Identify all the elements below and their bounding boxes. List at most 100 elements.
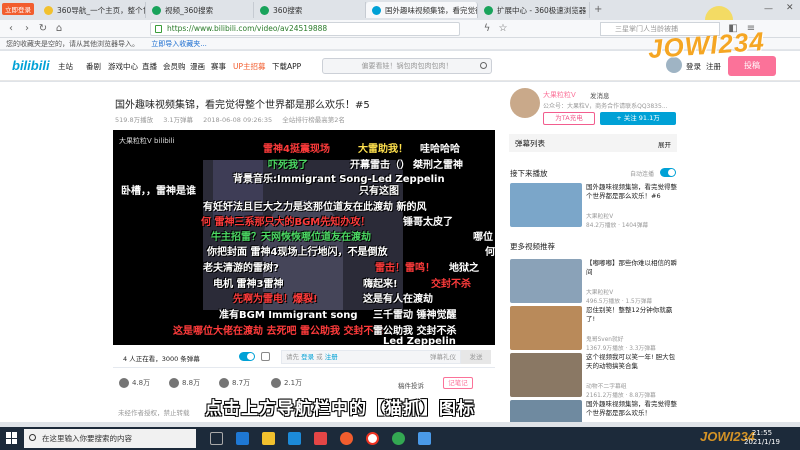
danmaku-list-header[interactable]: 弹幕列表 展开 <box>509 134 677 152</box>
send-message-link[interactable]: 发消息 <box>590 90 610 100</box>
home-icon[interactable]: ⌂ <box>52 22 66 36</box>
danmaku-comment: 何 <box>485 247 495 258</box>
send-button[interactable]: 发送 <box>461 350 491 364</box>
nav-member-shop[interactable]: 会员购 <box>163 61 186 72</box>
video-thumbnail[interactable] <box>510 183 582 227</box>
search-icon[interactable] <box>480 62 487 69</box>
like-button[interactable]: 4.8万 <box>119 378 150 388</box>
video-card-title[interactable]: 这个视频我可以笑一年! 胆大包天的动物搞笑合集 <box>586 353 678 371</box>
tab-extension-center[interactable]: 扩展中心 - 360极速浏览器 <box>478 2 590 18</box>
tab-360-search[interactable]: 360搜索 <box>254 2 366 18</box>
video-card-up[interactable]: 鬼哥Sven就好 <box>586 334 624 343</box>
video-card-up[interactable]: 大果粒粒V <box>586 211 613 220</box>
recommend-card[interactable]: 国外趣味视频集锦，看完觉得整个世界都是那么欢乐！ <box>510 400 678 422</box>
new-tab-icon[interactable]: + <box>594 4 602 15</box>
nav-manga[interactable]: 漫画 <box>190 61 205 72</box>
video-card-up[interactable]: 动物不二字幕组 <box>586 381 627 390</box>
nav-game-center[interactable]: 游戏中心 <box>108 61 138 72</box>
video-thumbnail[interactable] <box>510 259 582 303</box>
task-view-icon[interactable] <box>210 432 223 445</box>
tab-label: 视频_360搜索 <box>165 5 214 15</box>
recommend-card[interactable]: 【嘟嘟嘟】那些你难以相信的瞬间 大果粒粒V 496.5万播放 · 1.5万弹幕 <box>510 259 678 305</box>
nav-live[interactable]: 直播 <box>142 61 157 72</box>
refresh-icon[interactable]: ↻ <box>36 22 50 36</box>
video-card-title[interactable]: 忍住别笑！整整12分钟你就赢了! <box>586 306 678 324</box>
note-button[interactable]: 记笔记 <box>443 377 473 389</box>
register-link[interactable]: 注册 <box>706 61 721 72</box>
autoplay-label: 自动连播 <box>630 171 655 178</box>
record-stop-icon[interactable] <box>366 432 379 445</box>
video-player[interactable]: 大果粒粒V bilibili 雷神4挺震现场 大雷助我！ 哇哈哈哈 吓死我了 开幕雷击（… <box>113 130 495 345</box>
nav-bangumi[interactable]: 番剧 <box>86 61 101 72</box>
minimize-icon[interactable]: — <box>764 4 773 14</box>
store-icon[interactable] <box>288 432 301 445</box>
login-link[interactable]: 登录 <box>686 61 701 72</box>
coin-icon <box>169 378 179 388</box>
danmaku-login-link[interactable]: 登录 <box>301 353 314 361</box>
danmaku-input-prefix: 请先 <box>286 353 299 361</box>
uploader-avatar[interactable] <box>510 88 540 118</box>
coin-button[interactable]: 8.8万 <box>169 378 200 388</box>
login-badge[interactable]: 立即登录 <box>2 3 34 15</box>
star-icon[interactable]: ☆ <box>496 22 510 36</box>
danmaku-comment: 这是有人在渡劫 <box>363 294 433 305</box>
favorite-button[interactable]: 8.7万 <box>219 378 250 388</box>
tab-favicon-icon <box>372 5 381 15</box>
share-button[interactable]: 2.1万 <box>271 378 302 388</box>
rank-info[interactable]: 全站排行榜最高第2名 <box>282 116 345 124</box>
recorder-icon[interactable] <box>314 432 327 445</box>
folder-icon[interactable] <box>262 432 275 445</box>
danmaku-comment: 只有这图 <box>359 186 399 197</box>
next-video-card[interactable]: 国外趣味视频集锦，看完觉得整个世界都是那么欢乐！#6 大果粒粒V 84.2万播放… <box>510 183 678 229</box>
thumbs-up-icon <box>119 378 129 388</box>
uploader-name[interactable]: 大果粒粒V <box>543 90 576 100</box>
charge-button[interactable]: 为TA充电 <box>543 112 595 125</box>
video-thumbnail[interactable] <box>510 306 582 350</box>
screen-record-icon[interactable] <box>340 432 353 445</box>
danmaku-comment: 开幕雷击（） <box>350 160 410 171</box>
danmaku-etiquette-link[interactable]: 弹幕礼仪 <box>430 351 456 363</box>
bilibili-search-input[interactable]: 偏要看娃！锅包肉包肉包肉！ <box>322 58 492 74</box>
recommend-card[interactable]: 忍住别笑！整整12分钟你就赢了! 鬼哥Sven就好 1367.9万播放 · 3.… <box>510 306 678 352</box>
app-icon[interactable] <box>418 432 431 445</box>
nav-download-app[interactable]: 下载APP <box>272 61 301 72</box>
video-thumbnail[interactable] <box>510 353 582 397</box>
lightning-icon[interactable]: ϟ <box>480 22 494 36</box>
forward-icon[interactable]: › <box>20 22 34 36</box>
back-icon[interactable]: ‹ <box>4 22 18 36</box>
import-bookmarks-link[interactable]: 立即导入收藏夹... <box>151 40 207 48</box>
search-placeholder: 偏要看娃！锅包肉包肉包肉！ <box>361 62 453 70</box>
report-link[interactable]: 稿件投诉 <box>398 380 424 390</box>
browser-360-icon[interactable] <box>392 432 405 445</box>
player-watermark: 大果粒粒V bilibili <box>119 137 175 145</box>
edge-icon[interactable] <box>236 432 249 445</box>
nav-main-site[interactable]: 主站 <box>58 61 73 72</box>
tab-bilibili-video[interactable]: 国外趣味视频集锦，看完觉得整个世 ✕ <box>366 2 478 18</box>
video-card-title[interactable]: 国外趣味视频集锦，看完觉得整个世界都是那么欢乐！ <box>586 400 678 418</box>
close-window-icon[interactable]: ✕ <box>786 3 794 13</box>
tab-360-nav[interactable]: 360导航_一个主页，整个世界 <box>38 2 146 18</box>
url-field[interactable]: https://www.bilibili.com/video/av2451988… <box>150 22 460 36</box>
nav-up-recruit[interactable]: UP主招募 <box>233 61 266 72</box>
tab-video-search[interactable]: 视频_360搜索 <box>146 2 254 18</box>
video-card-title[interactable]: 国外趣味视频集锦，看完觉得整个世界都是那么欢乐！#6 <box>586 183 678 201</box>
video-card-stats: 496.5万播放 · 1.5万弹幕 <box>586 299 653 305</box>
follow-button[interactable]: + 关注 91.1万 <box>600 112 676 125</box>
recommend-card[interactable]: 这个视频我可以笑一年! 胆大包天的动物搞笑合集 动物不二字幕组 2161.2万播… <box>510 353 678 399</box>
danmaku-settings-icon[interactable] <box>261 352 270 361</box>
nav-esports[interactable]: 赛事 <box>211 61 226 72</box>
danmaku-input[interactable]: 请先 登录 或 注册 弹幕礼仪 <box>281 350 461 364</box>
share-count: 2.1万 <box>284 379 303 387</box>
autoplay-toggle[interactable] <box>660 168 676 177</box>
bilibili-logo[interactable]: bilibili <box>12 58 50 73</box>
video-card-up[interactable]: 大果粒粒V <box>586 287 613 296</box>
expand-link[interactable]: 展开 <box>658 139 671 149</box>
video-card-title[interactable]: 【嘟嘟嘟】那些你难以相信的瞬间 <box>586 259 678 277</box>
danmaku-toggle[interactable] <box>239 352 255 361</box>
video-thumbnail[interactable] <box>510 400 582 422</box>
windows-start-icon[interactable] <box>6 432 18 444</box>
danmaku-comment: 何 雷神三系那只大的BGM先知办攻！ <box>201 217 371 228</box>
taskbar-search-input[interactable]: 在这里输入你要搜索的内容 <box>24 429 196 448</box>
danmaku-register-link[interactable]: 注册 <box>325 353 338 361</box>
clock[interactable]: 21:55 2021/1/19 <box>744 429 780 447</box>
